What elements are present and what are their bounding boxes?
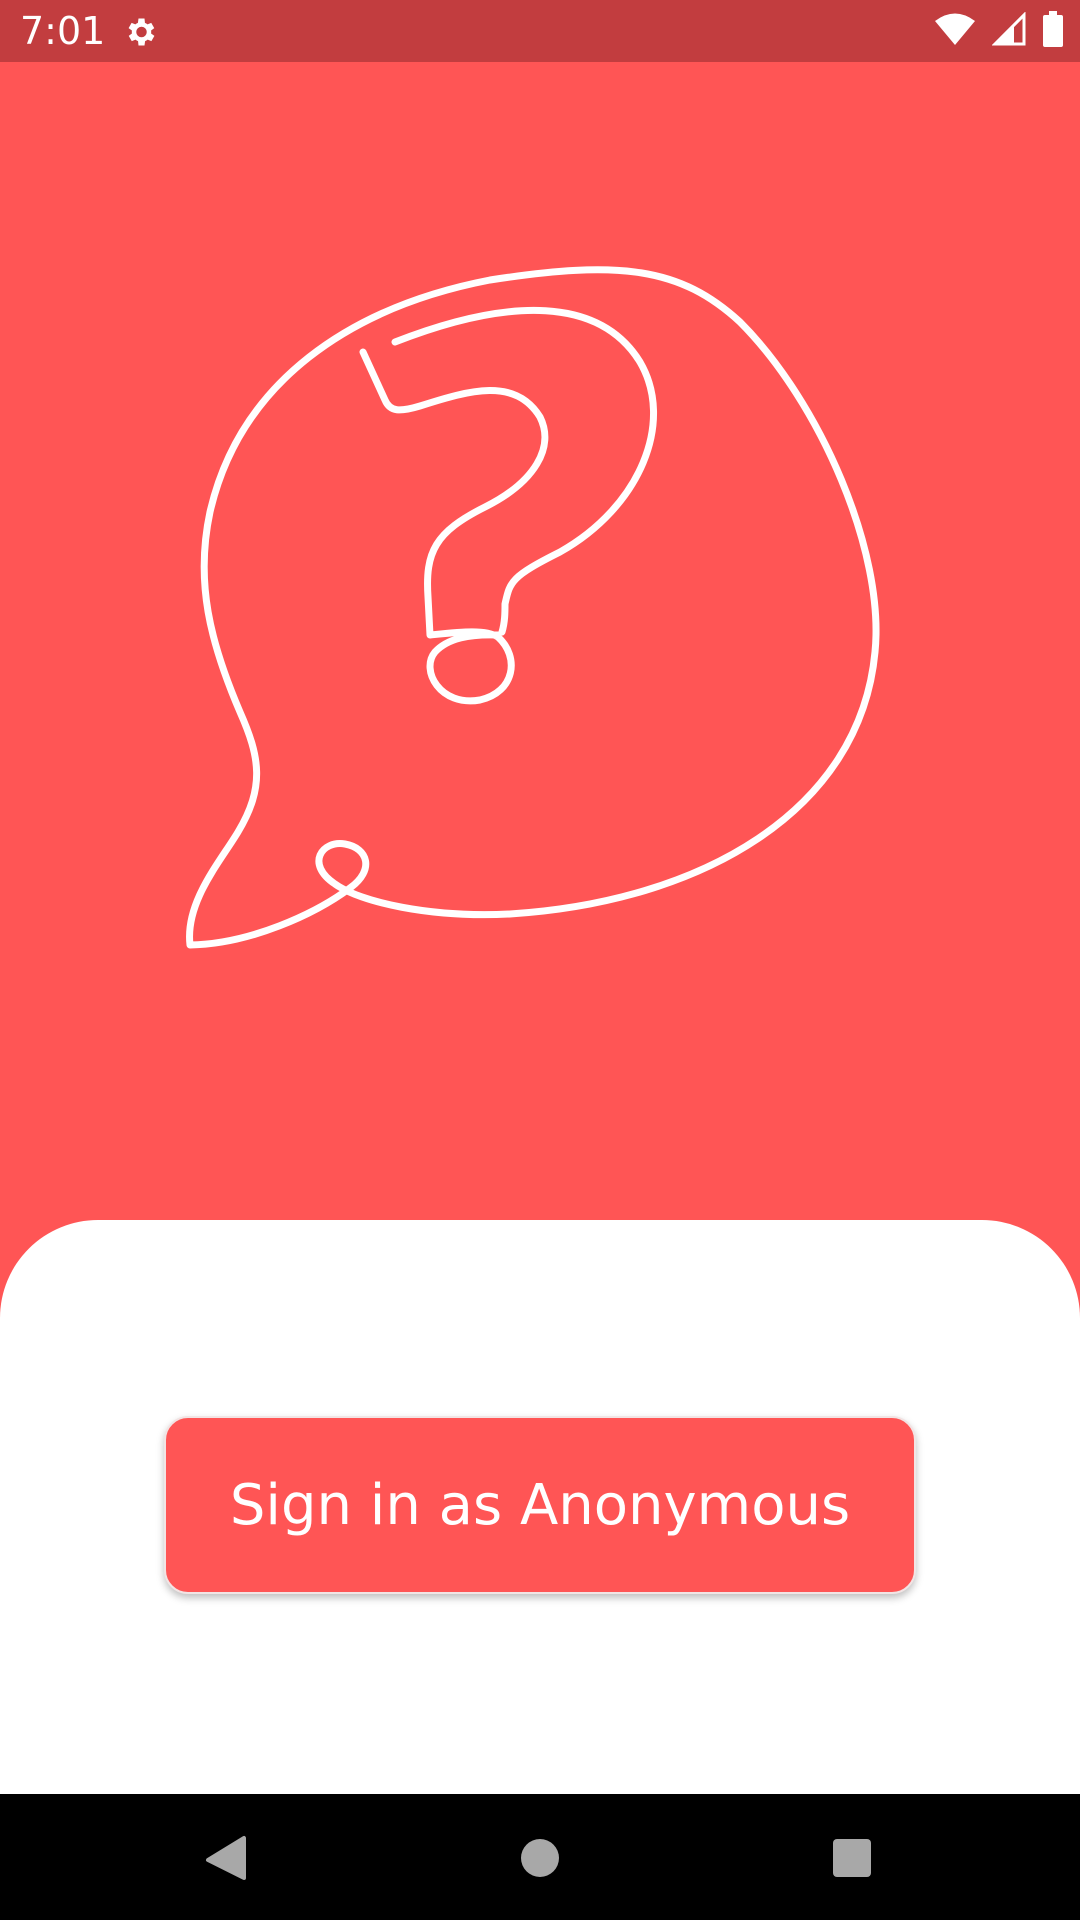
bottom-sheet: Sign in as Anonymous [0,1220,1080,1794]
gear-icon [122,14,158,50]
cellular-signal-icon [991,11,1026,50]
status-icons [934,11,1064,51]
battery-icon [1042,11,1064,51]
recents-square-icon[interactable] [826,1832,878,1884]
sign-in-anonymous-button[interactable]: Sign in as Anonymous [164,1416,916,1594]
home-circle-icon[interactable] [514,1832,566,1884]
wifi-icon [934,12,976,50]
speech-bubble-question-icon [186,266,880,949]
status-time: 7:01 [20,9,106,53]
sign-in-screen: 7:01 Sign in as Anonymous [0,0,1080,1920]
hero-illustration-area [0,62,1080,1222]
system-navigation-bar [0,1794,1080,1920]
back-triangle-icon[interactable] [200,1832,252,1884]
status-bar: 7:01 [0,0,1080,62]
sign-in-button-label: Sign in as Anonymous [229,1472,851,1538]
